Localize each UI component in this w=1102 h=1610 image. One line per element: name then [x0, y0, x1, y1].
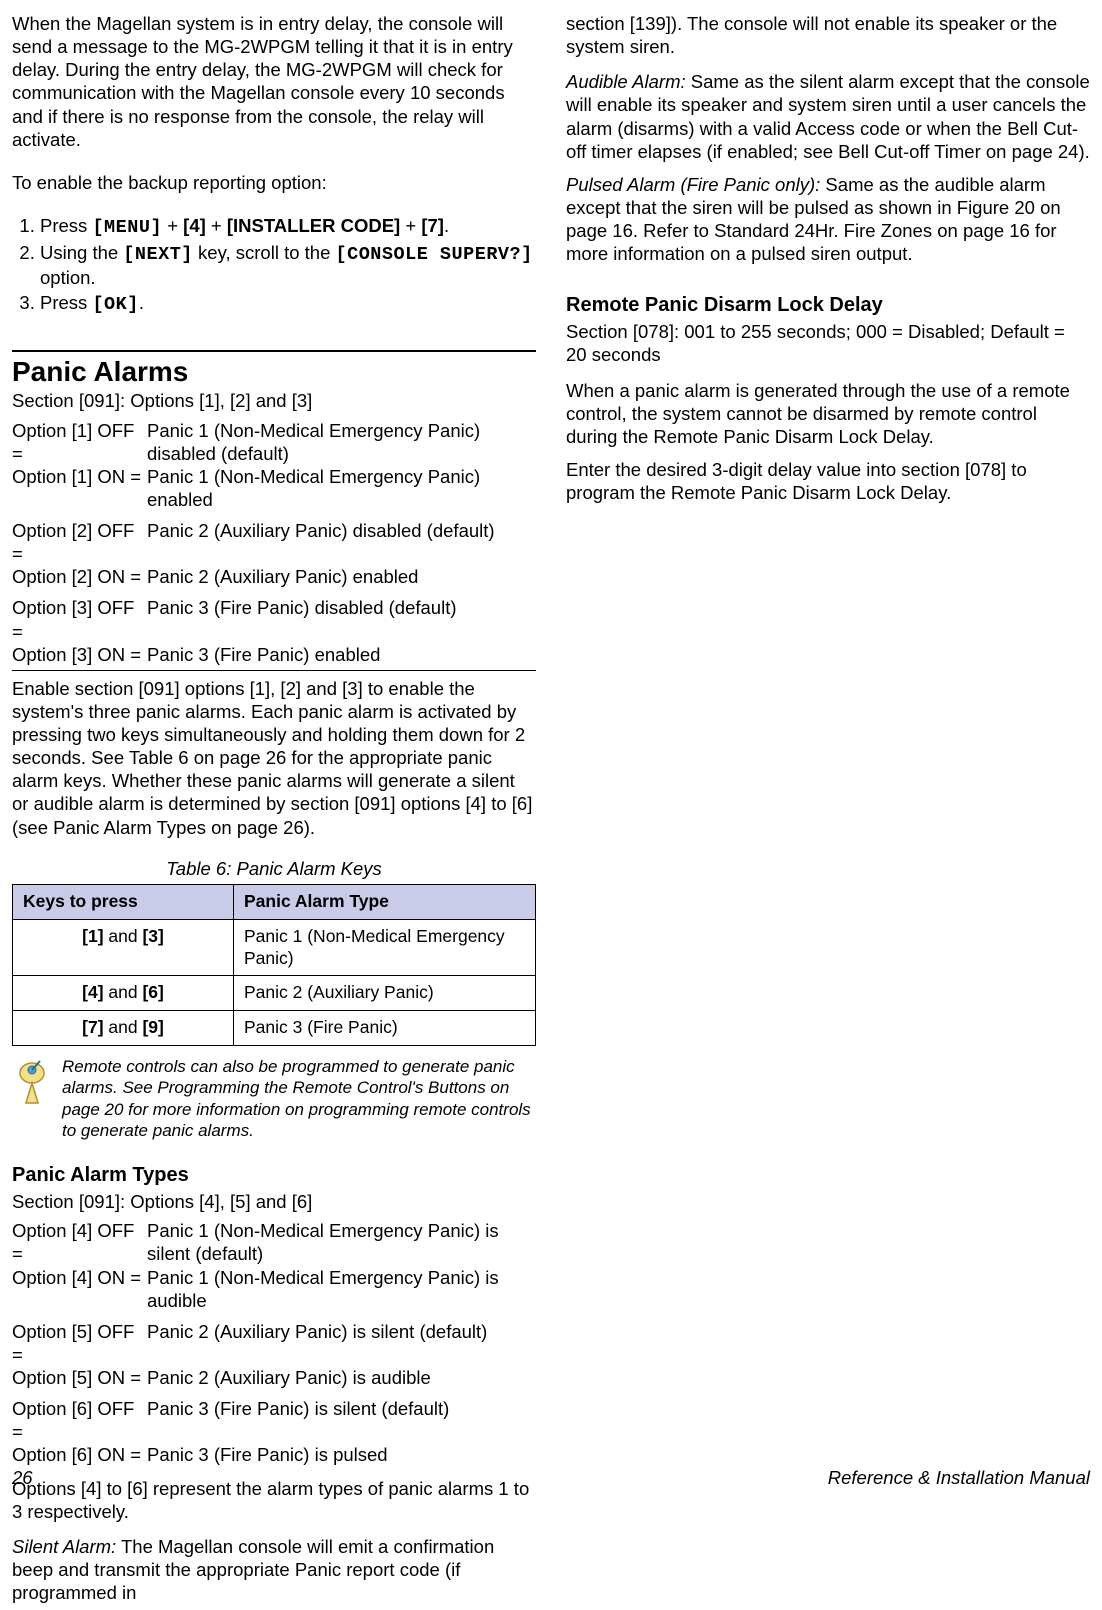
page: When the Magellan system is in entry del… [0, 0, 1102, 1497]
thin-divider [12, 670, 536, 671]
page-number: 26 [12, 1467, 33, 1489]
th-keys: Keys to press [13, 884, 234, 919]
panic-keys-table: Keys to press Panic Alarm Type [1] and [… [12, 884, 536, 1046]
table-caption: Table 6: Panic Alarm Keys [12, 857, 536, 880]
remote-para-2: Enter the desired 3-digit delay value in… [566, 458, 1090, 504]
two-column-layout: When the Magellan system is in entry del… [12, 12, 1090, 1610]
step-2: Using the [NEXT] key, scroll to the [CON… [40, 241, 536, 289]
note-text: Remote controls can also be programmed t… [62, 1056, 536, 1141]
section-divider [12, 350, 536, 352]
option-row: Option [5] OFF =Panic 2 (Auxiliary Panic… [12, 1320, 536, 1366]
silent-continuation: section [139]). The console will not ena… [566, 12, 1090, 58]
panic-paragraph: Enable section [091] options [1], [2] an… [12, 677, 536, 839]
table-row: [4] and [6] Panic 2 (Auxiliary Panic) [13, 976, 536, 1011]
panic-section-line: Section [091]: Options [1], [2] and [3] [12, 389, 536, 412]
left-column: When the Magellan system is in entry del… [12, 12, 536, 1610]
pin-icon [12, 1058, 52, 1141]
page-footer: 26 Reference & Installation Manual [12, 1467, 1090, 1489]
option-row: Option [5] ON =Panic 2 (Auxiliary Panic)… [12, 1366, 536, 1389]
enable-line: To enable the backup reporting option: [12, 171, 536, 194]
right-column: section [139]). The console will not ena… [566, 12, 1090, 1610]
panic-alarms-heading: Panic Alarms [12, 354, 536, 389]
table-row: [7] and [9] Panic 3 (Fire Panic) [13, 1011, 536, 1046]
option-row: Option [3] ON =Panic 3 (Fire Panic) enab… [12, 643, 536, 666]
option-row: Option [4] ON =Panic 1 (Non-Medical Emer… [12, 1266, 536, 1312]
steps-list: Press [MENU] + [4] + [INSTALLER CODE] + … [12, 214, 536, 317]
panic-types-heading: Panic Alarm Types [12, 1163, 536, 1188]
option-row: Option [1] ON =Panic 1 (Non-Medical Emer… [12, 465, 536, 511]
step-3: Press [OK]. [40, 291, 536, 316]
remote-panic-heading: Remote Panic Disarm Lock Delay [566, 293, 1090, 318]
option-row: Option [2] OFF =Panic 2 (Auxiliary Panic… [12, 519, 536, 565]
manual-title: Reference & Installation Manual [828, 1467, 1090, 1489]
option-row: Option [1] OFF =Panic 1 (Non-Medical Eme… [12, 419, 536, 465]
pulsed-alarm-para: Pulsed Alarm (Fire Panic only): Same as … [566, 173, 1090, 266]
step-1: Press [MENU] + [4] + [INSTALLER CODE] + … [40, 214, 536, 239]
audible-alarm-para: Audible Alarm: Same as the silent alarm … [566, 70, 1090, 163]
remote-section-line: Section [078]: 001 to 255 seconds; 000 =… [566, 320, 1090, 366]
note-block: Remote controls can also be programmed t… [12, 1056, 536, 1141]
table-row: [1] and [3] Panic 1 (Non-Medical Emergen… [13, 919, 536, 976]
types-section-line: Section [091]: Options [4], [5] and [6] [12, 1190, 536, 1213]
option-row: Option [6] OFF =Panic 3 (Fire Panic) is … [12, 1397, 536, 1443]
intro-paragraph: When the Magellan system is in entry del… [12, 12, 536, 151]
option-row: Option [6] ON =Panic 3 (Fire Panic) is p… [12, 1443, 536, 1466]
option-row: Option [2] ON =Panic 2 (Auxiliary Panic)… [12, 565, 536, 588]
option-row: Option [4] OFF =Panic 1 (Non-Medical Eme… [12, 1219, 536, 1265]
option-row: Option [3] OFF =Panic 3 (Fire Panic) dis… [12, 596, 536, 642]
remote-para-1: When a panic alarm is generated through … [566, 379, 1090, 448]
silent-alarm-para: Silent Alarm: The Magellan console will … [12, 1535, 536, 1604]
th-type: Panic Alarm Type [234, 884, 536, 919]
